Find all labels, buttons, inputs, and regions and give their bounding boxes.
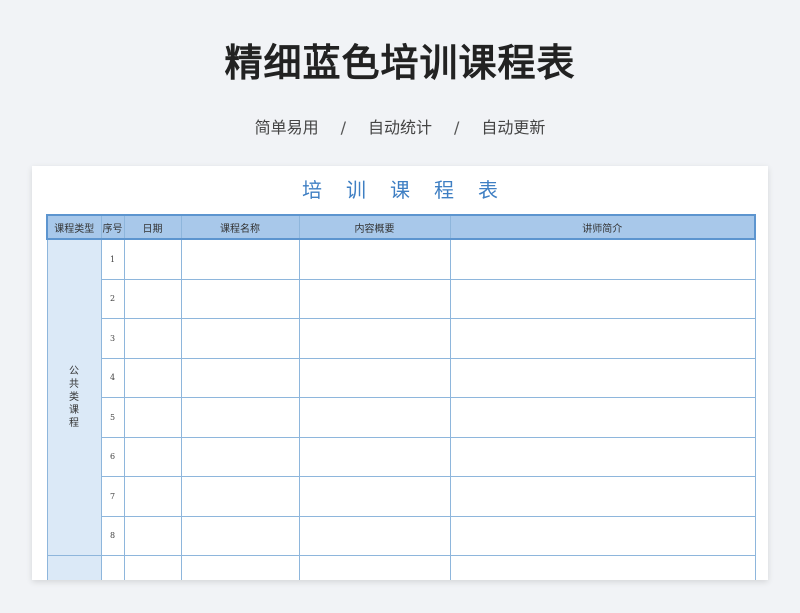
course-name-cell[interactable]	[180, 476, 300, 517]
date-cell[interactable]	[123, 238, 182, 280]
row-number-cell[interactable]: 1	[100, 238, 125, 280]
content-summary-cell[interactable]	[298, 238, 451, 280]
course-name-cell[interactable]	[180, 555, 300, 580]
date-cell[interactable]	[123, 318, 182, 359]
row-number-cell[interactable]: 5	[100, 397, 125, 438]
content-summary-cell[interactable]	[298, 397, 451, 438]
row-number-cell[interactable]: 2	[100, 278, 125, 319]
date-cell[interactable]	[123, 397, 182, 438]
date-cell[interactable]	[123, 357, 182, 398]
content-summary-cell[interactable]	[298, 278, 451, 319]
table-row: 5	[47, 397, 756, 438]
next-category-cell[interactable]	[46, 555, 102, 580]
tag-auto-stats: 自动统计	[367, 118, 432, 137]
content-summary-cell[interactable]	[298, 476, 451, 517]
content-summary-cell[interactable]	[298, 436, 451, 477]
table-row: 2	[47, 278, 756, 319]
row-number-cell[interactable]: 7	[100, 476, 125, 517]
category-cell[interactable]: 公共类课程	[46, 238, 102, 556]
tag-easy: 简单易用	[254, 118, 319, 137]
content-summary-cell[interactable]	[298, 555, 451, 580]
lecturer-profile-cell[interactable]	[449, 515, 756, 556]
row-number-cell[interactable]: 8	[100, 515, 125, 556]
content-summary-cell[interactable]	[298, 357, 451, 398]
date-cell[interactable]	[123, 436, 182, 477]
category-label: 公共类课程	[69, 366, 79, 429]
sheet-title: 培训课程表	[302, 178, 522, 202]
lecturer-profile-cell[interactable]	[449, 397, 756, 438]
training-schedule-table: 课程类型 序号 日期 课程名称 内容概要 讲师简介 公共类课程 1 2 3 4 …	[46, 214, 756, 580]
course-name-cell[interactable]	[180, 357, 300, 398]
lecturer-profile-cell[interactable]	[449, 436, 756, 477]
tag-auto-update: 自动更新	[481, 118, 546, 137]
column-header-content-summary[interactable]: 内容概要	[298, 214, 451, 240]
content-summary-cell[interactable]	[298, 318, 451, 359]
lecturer-profile-cell[interactable]	[449, 318, 756, 359]
column-header-course-type[interactable]: 课程类型	[46, 214, 102, 240]
page-title: 精细蓝色培训课程表	[224, 41, 576, 85]
table-row: 6	[47, 436, 756, 477]
table-row: 公共类课程 1	[46, 238, 756, 556]
spreadsheet-sheet: 培训课程表 课程类型 序号 日期 课程名称 内容概要 讲师简介 公共类课程 1	[32, 166, 768, 580]
course-name-cell[interactable]	[180, 278, 300, 319]
lecturer-profile-cell[interactable]	[449, 555, 756, 580]
table-row: 4	[47, 357, 756, 398]
date-cell[interactable]	[123, 476, 182, 517]
course-name-cell[interactable]	[180, 318, 300, 359]
course-name-cell[interactable]	[180, 515, 300, 556]
column-header-lecturer-profile[interactable]: 讲师简介	[449, 214, 756, 240]
table-row-partial	[46, 555, 756, 580]
row-number-cell[interactable]: 4	[100, 357, 125, 398]
row-number-cell[interactable]: 3	[100, 318, 125, 359]
course-name-cell[interactable]	[180, 397, 300, 438]
table-row: 3	[47, 318, 756, 359]
tag-separator: /	[454, 118, 460, 137]
row-number-cell[interactable]	[100, 555, 125, 580]
tagline: 简单易用 / 自动统计 / 自动更新	[0, 114, 800, 138]
lecturer-profile-cell[interactable]	[449, 238, 756, 280]
table-row: 7	[47, 476, 756, 517]
date-cell[interactable]	[123, 555, 182, 580]
course-name-cell[interactable]	[180, 238, 300, 280]
lecturer-profile-cell[interactable]	[449, 278, 756, 319]
tag-separator: /	[340, 118, 346, 137]
date-cell[interactable]	[123, 515, 182, 556]
column-header-number[interactable]: 序号	[100, 214, 125, 240]
course-name-cell[interactable]	[180, 436, 300, 477]
column-header-date[interactable]: 日期	[123, 214, 182, 240]
table-header-row: 课程类型 序号 日期 课程名称 内容概要 讲师简介	[46, 214, 756, 240]
lecturer-profile-cell[interactable]	[449, 357, 756, 398]
lecturer-profile-cell[interactable]	[449, 476, 756, 517]
table-row: 8	[47, 515, 756, 556]
content-summary-cell[interactable]	[298, 515, 451, 556]
column-header-course-name[interactable]: 课程名称	[180, 214, 300, 240]
date-cell[interactable]	[123, 278, 182, 319]
row-number-cell[interactable]: 6	[100, 436, 125, 477]
